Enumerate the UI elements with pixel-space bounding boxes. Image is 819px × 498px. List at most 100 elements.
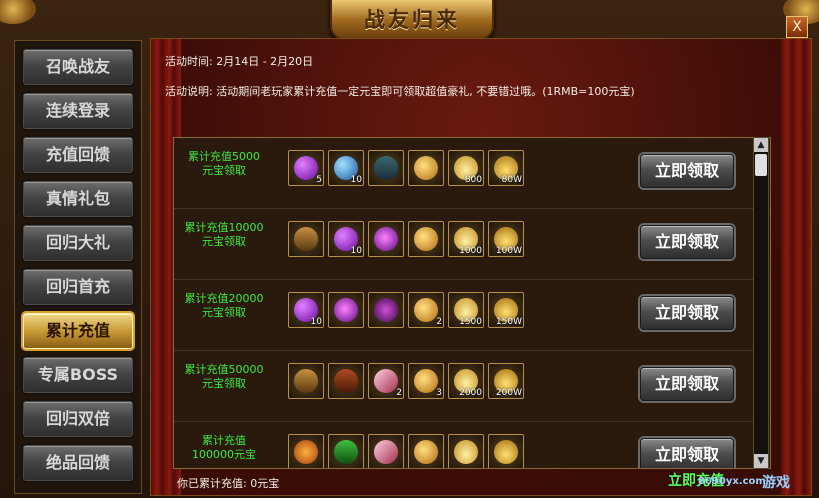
reward-item-slot[interactable]	[408, 434, 444, 468]
reward-item-slot[interactable]: 800	[448, 150, 484, 186]
purple-rune-icon	[374, 227, 398, 251]
purple-rune-icon	[334, 298, 358, 322]
item-count: 200W	[495, 388, 522, 398]
claim-button[interactable]: 立即领取	[640, 225, 734, 259]
event-time: 活动时间: 2月14日 - 2月20日	[165, 55, 314, 68]
sidebar: 召唤战友 连续登录 充值回馈 真情礼包 回归大礼 回归首充 累计充值 专属BOS…	[14, 40, 142, 494]
treasure-chest-icon	[294, 369, 318, 393]
item-count: 800	[464, 175, 482, 185]
game-window: 战友归来 X 召唤战友 连续登录 充值回馈 真情礼包 回归大礼 回归首充 累计充…	[0, 0, 819, 498]
sidebar-item-summon[interactable]: 召唤战友	[23, 49, 133, 85]
item-count: 10	[350, 175, 362, 185]
feather-icon	[374, 369, 398, 393]
sidebar-item-double[interactable]: 回归双倍	[23, 401, 133, 437]
reward-item-slot[interactable]	[488, 434, 524, 468]
claim-button[interactable]: 立即领取	[640, 154, 734, 188]
item-count: 2	[436, 317, 442, 327]
treasure-chest-icon	[294, 227, 318, 251]
item-count: 100W	[495, 246, 522, 256]
reward-item-slot[interactable]	[408, 150, 444, 186]
item-count: 2000	[459, 388, 482, 398]
green-box-icon	[334, 440, 358, 464]
scroll-thumb[interactable]	[755, 154, 767, 176]
reward-item-slot[interactable]	[368, 221, 404, 257]
item-count: 10	[350, 246, 362, 256]
feather-icon	[374, 440, 398, 464]
sidebar-item-login[interactable]: 连续登录	[23, 93, 133, 129]
reward-requirement: 累计充值10000元宝领取	[184, 221, 264, 248]
sidebar-item-gift-pack[interactable]: 真情礼包	[23, 181, 133, 217]
skill-book-icon	[374, 156, 398, 180]
reward-item-slot[interactable]	[328, 292, 364, 328]
item-count: 1000	[459, 246, 482, 256]
reward-requirement: 累计充值100000元宝	[192, 434, 256, 461]
item-count: 5	[316, 175, 322, 185]
reward-item-slot[interactable]: 150W	[488, 292, 524, 328]
reward-item-slot[interactable]	[328, 363, 364, 399]
reward-row: 累计充值5000元宝领取 5 10 800 80W 立即领取	[174, 138, 770, 209]
watermark-game: 游戏	[762, 475, 790, 491]
reward-item-slot[interactable]	[448, 434, 484, 468]
reward-item-slot[interactable]: 2000	[448, 363, 484, 399]
reward-item-slot[interactable]	[288, 363, 324, 399]
gold-ingot-icon	[454, 440, 478, 464]
title-plaque: 战友归来	[330, 0, 494, 40]
curtain-right	[781, 39, 811, 495]
reward-row: 累计充值10000元宝领取 10 1000 100W 立即领取	[174, 209, 770, 280]
reward-item-slot[interactable]	[368, 292, 404, 328]
item-count: 3	[436, 388, 442, 398]
gold-medal-icon	[414, 298, 438, 322]
sidebar-item-boss[interactable]: 专属BOSS	[23, 357, 133, 393]
item-count: 150W	[495, 317, 522, 327]
sidebar-item-return-gift[interactable]: 回归大礼	[23, 225, 133, 261]
gold-pile-icon	[494, 440, 518, 464]
item-count: 10	[310, 317, 322, 327]
watermark-site: 8090yx.com	[698, 476, 766, 487]
reward-requirement: 累计充值5000元宝领取	[188, 150, 260, 177]
reward-item-slot[interactable]: 80W	[488, 150, 524, 186]
reward-item-slot[interactable]: 10	[288, 292, 324, 328]
reward-item-slot[interactable]: 1000	[448, 221, 484, 257]
reward-item-slot[interactable]: 10	[328, 221, 364, 257]
sidebar-item-cumulative-recharge[interactable]: 累计充值	[23, 313, 133, 349]
armor-icon	[374, 298, 398, 322]
reward-item-slot[interactable]	[408, 221, 444, 257]
sidebar-item-premium[interactable]: 绝品回馈	[23, 445, 133, 481]
reward-item-slot[interactable]	[288, 434, 324, 468]
item-count: 80W	[501, 175, 522, 185]
claim-button[interactable]: 立即领取	[640, 296, 734, 330]
reward-item-slot[interactable]	[328, 434, 364, 468]
scroll-up-arrow-icon[interactable]: ▲	[754, 138, 768, 152]
reward-list: 累计充值5000元宝领取 5 10 800 80W 立即领取 累计充值10000元宝领取 10…	[173, 137, 771, 469]
reward-row: 累计充值50000元宝领取 2 3 2000 200W 立即领取	[174, 351, 770, 422]
close-button[interactable]: X	[786, 16, 808, 38]
main-panel: 活动时间: 2月14日 - 2月20日 活动说明: 活动期间老玩家累计充值一定元…	[150, 38, 812, 496]
reward-item-slot[interactable]: 200W	[488, 363, 524, 399]
site-watermark: 立即充值 8090yx.com 游戏	[668, 462, 808, 492]
gold-medal-icon	[414, 156, 438, 180]
reward-item-slot[interactable]: 2	[408, 292, 444, 328]
item-count: 1500	[459, 317, 482, 327]
reward-item-slot[interactable]: 10	[328, 150, 364, 186]
gold-medal-icon	[414, 227, 438, 251]
sidebar-item-recharge-reward[interactable]: 充值回馈	[23, 137, 133, 173]
reward-item-slot[interactable]	[368, 150, 404, 186]
reward-requirement: 累计充值20000元宝领取	[184, 292, 264, 319]
claim-button[interactable]: 立即领取	[640, 367, 734, 401]
gold-medal-icon	[414, 369, 438, 393]
gold-medal-icon	[414, 440, 438, 464]
red-chest-icon	[334, 369, 358, 393]
reward-item-slot[interactable]: 100W	[488, 221, 524, 257]
reward-item-slot[interactable]: 2	[368, 363, 404, 399]
reward-row: 累计充值20000元宝领取 10 2 1500 150W 立即领取	[174, 280, 770, 351]
reward-item-slot[interactable]: 5	[288, 150, 324, 186]
scrollbar[interactable]: ▲ ▼	[753, 137, 769, 469]
item-count: 2	[396, 388, 402, 398]
gift-icon	[294, 440, 318, 464]
event-description: 活动说明: 活动期间老玩家累计充值一定元宝即可领取超值豪礼, 不要错过哦。(1R…	[165, 85, 635, 98]
reward-item-slot[interactable]	[288, 221, 324, 257]
reward-item-slot[interactable]: 3	[408, 363, 444, 399]
sidebar-item-first-recharge[interactable]: 回归首充	[23, 269, 133, 305]
reward-item-slot[interactable]	[368, 434, 404, 468]
reward-item-slot[interactable]: 1500	[448, 292, 484, 328]
